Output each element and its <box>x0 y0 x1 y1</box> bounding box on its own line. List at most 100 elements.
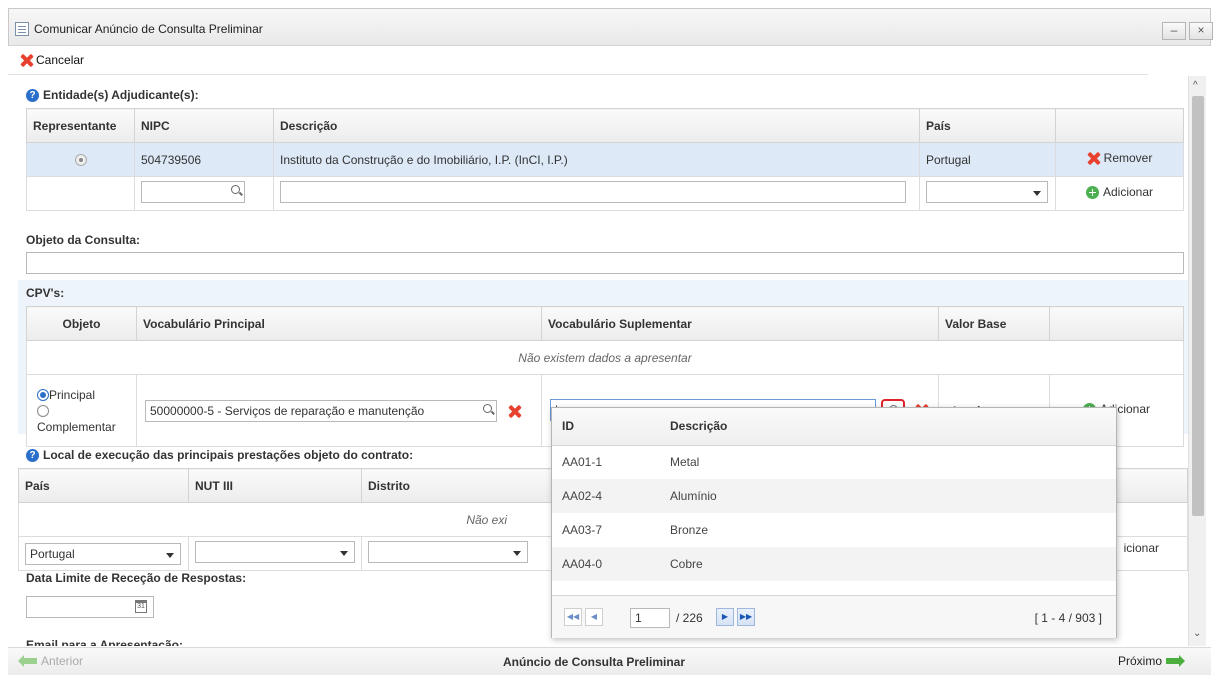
lookup-id: AA03-7 <box>562 523 603 537</box>
page-number-input[interactable]: 1 <box>630 608 670 628</box>
pager: ◀◀ ◀ 1 / 226 ▶ ▶▶ [ 1 - 4 / 903 ] <box>552 595 1116 638</box>
empty-message: Não existem dados a apresentar <box>26 340 1184 375</box>
toolbar: Cancelar <box>8 47 1148 75</box>
add-entidade-button[interactable]: Adicionar <box>1085 185 1154 200</box>
table-row[interactable]: 504739506 Instituto da Construção e do I… <box>26 142 1184 177</box>
next-label: Próximo <box>1118 654 1163 668</box>
chevron-down-icon <box>166 552 174 558</box>
email-label: Email para a Apresentação: <box>26 638 183 646</box>
local-pais-select[interactable]: Portugal <box>25 542 181 565</box>
scroll-up-icon[interactable]: ^ <box>1193 80 1198 91</box>
footer-title: Anúncio de Consulta Preliminar <box>503 655 686 669</box>
nipc-cell: 504739506 <box>134 142 274 177</box>
radio-principal-option[interactable]: Principal <box>37 387 126 403</box>
entidade-input-row: Adicionar <box>26 176 1184 211</box>
col-header-pais: País <box>18 468 189 503</box>
pais-cell: Portugal <box>919 142 1056 177</box>
lookup-id: AA04-0 <box>552 547 660 581</box>
vocab-principal-input[interactable]: 50000000-5 - Serviços de reparação e man… <box>145 399 497 422</box>
add-local-button-partial[interactable]: icionar <box>1124 541 1159 555</box>
arrow-right-icon <box>1166 655 1186 667</box>
distrito-select[interactable] <box>368 541 528 563</box>
nipc-search-input[interactable] <box>141 181 245 203</box>
cancel-label: Cancelar <box>36 53 85 67</box>
lookup-id: AA02-4 <box>552 479 660 513</box>
radio-complementar[interactable] <box>37 405 49 418</box>
local-label: Local de execução das principais prestaç… <box>43 448 414 462</box>
data-limite-input[interactable]: 31 <box>26 596 154 618</box>
scroll-down-icon[interactable]: ⌄ <box>1193 628 1201 639</box>
col-header-vocab-suplementar: Vocabulário Suplementar <box>541 306 939 341</box>
lookup-descricao: Cobre <box>660 547 1116 581</box>
add-label: Adicionar <box>1102 185 1154 200</box>
col-header-vocab-principal: Vocabulário Principal <box>136 306 542 341</box>
lookup-table: ID Descrição AA01-1 Metal AA02-4 Alumíni… <box>552 408 1116 581</box>
window-icon <box>15 22 29 36</box>
lookup-row[interactable]: AA03-7 Bronze <box>552 513 1116 547</box>
col-header-id: ID <box>552 408 660 446</box>
col-header-actions <box>1055 108 1184 143</box>
search-icon[interactable] <box>483 403 492 413</box>
descricao-input[interactable] <box>280 181 906 203</box>
descricao-cell: Instituto da Construção e do Imobiliário… <box>273 142 920 177</box>
col-header-objeto: Objeto <box>26 306 137 341</box>
total-pages: / 226 <box>676 611 703 625</box>
scrollbar[interactable]: ^ ⌄ <box>1188 76 1206 646</box>
chevron-down-icon <box>340 551 348 556</box>
add-icon <box>1085 185 1099 199</box>
vocab-principal-value: 50000000-5 - Serviços de reparação e man… <box>150 403 425 418</box>
lookup-descricao: Metal <box>670 455 700 470</box>
lookup-id: AA01-1 <box>562 455 603 470</box>
first-page-button[interactable]: ◀◀ <box>564 608 582 626</box>
chevron-down-icon <box>1033 191 1041 196</box>
scrollbar-thumb[interactable] <box>1192 96 1204 516</box>
representante-radio[interactable] <box>74 154 87 167</box>
col-header-pais: País <box>919 108 1056 143</box>
objeto-input[interactable] <box>26 252 1184 274</box>
local-section-label: ? Local de execução das principais prest… <box>26 448 413 462</box>
search-icon[interactable] <box>231 185 240 194</box>
col-header-descricao: Descrição <box>273 108 920 143</box>
nut-select[interactable] <box>195 541 355 563</box>
radio-complementar-option[interactable] <box>37 403 126 419</box>
vocab-suplementar-lookup-popup: ID Descrição AA01-1 Metal AA02-4 Alumíni… <box>551 407 1117 638</box>
help-icon[interactable]: ? <box>26 88 39 102</box>
lookup-row[interactable]: AA02-4 Alumínio <box>552 479 1116 513</box>
entidades-label: Entidade(s) Adjudicante(s): <box>43 88 199 102</box>
window-title: Comunicar Anúncio de Consulta Preliminar <box>34 22 263 36</box>
window-titlebar: Comunicar Anúncio de Consulta Preliminar… <box>8 8 1213 46</box>
entidades-section-label: ? Entidade(s) Adjudicante(s): <box>26 88 199 102</box>
objeto-label: Objeto da Consulta: <box>26 233 140 247</box>
prev-button[interactable]: Anterior <box>18 654 83 668</box>
radio-principal[interactable] <box>37 389 49 402</box>
next-page-button[interactable]: ▶ <box>716 608 734 626</box>
lookup-descricao: Bronze <box>670 523 709 537</box>
pais-select[interactable] <box>926 181 1048 203</box>
col-header-valor-base: Valor Base <box>938 306 1050 341</box>
radio-complementar-label: Complementar <box>37 419 116 434</box>
calendar-icon[interactable]: 31 <box>135 600 147 613</box>
arrow-left-icon <box>18 655 37 667</box>
next-button[interactable]: Próximo <box>1118 654 1186 668</box>
prev-label: Anterior <box>41 654 84 668</box>
col-header-actions <box>1049 306 1184 341</box>
close-button[interactable]: × <box>1189 22 1213 40</box>
prev-page-button[interactable]: ◀ <box>585 608 603 626</box>
record-range: [ 1 - 4 / 903 ] <box>1034 611 1102 625</box>
cancel-button[interactable]: Cancelar <box>20 53 84 67</box>
minimize-button[interactable]: – <box>1162 22 1186 40</box>
col-header-representante: Representante <box>26 108 135 143</box>
lookup-row[interactable]: AA01-1 Metal <box>552 445 1116 479</box>
clear-principal-icon[interactable] <box>508 405 521 418</box>
remove-button[interactable]: Remover <box>1087 151 1153 165</box>
help-icon[interactable]: ? <box>26 448 39 462</box>
col-header-nipc: NIPC <box>134 108 274 143</box>
col-header-descricao: Descrição <box>660 408 1116 446</box>
local-pais-value: Portugal <box>30 546 75 561</box>
lookup-row[interactable]: AA04-0 Cobre <box>552 547 1116 581</box>
entidades-table: Representante NIPC Descrição País 504739… <box>26 108 1184 211</box>
col-header-nut: NUT III <box>188 468 362 503</box>
chevron-down-icon <box>513 551 521 556</box>
last-page-button[interactable]: ▶▶ <box>737 608 755 626</box>
cancel-x-icon <box>20 54 33 67</box>
